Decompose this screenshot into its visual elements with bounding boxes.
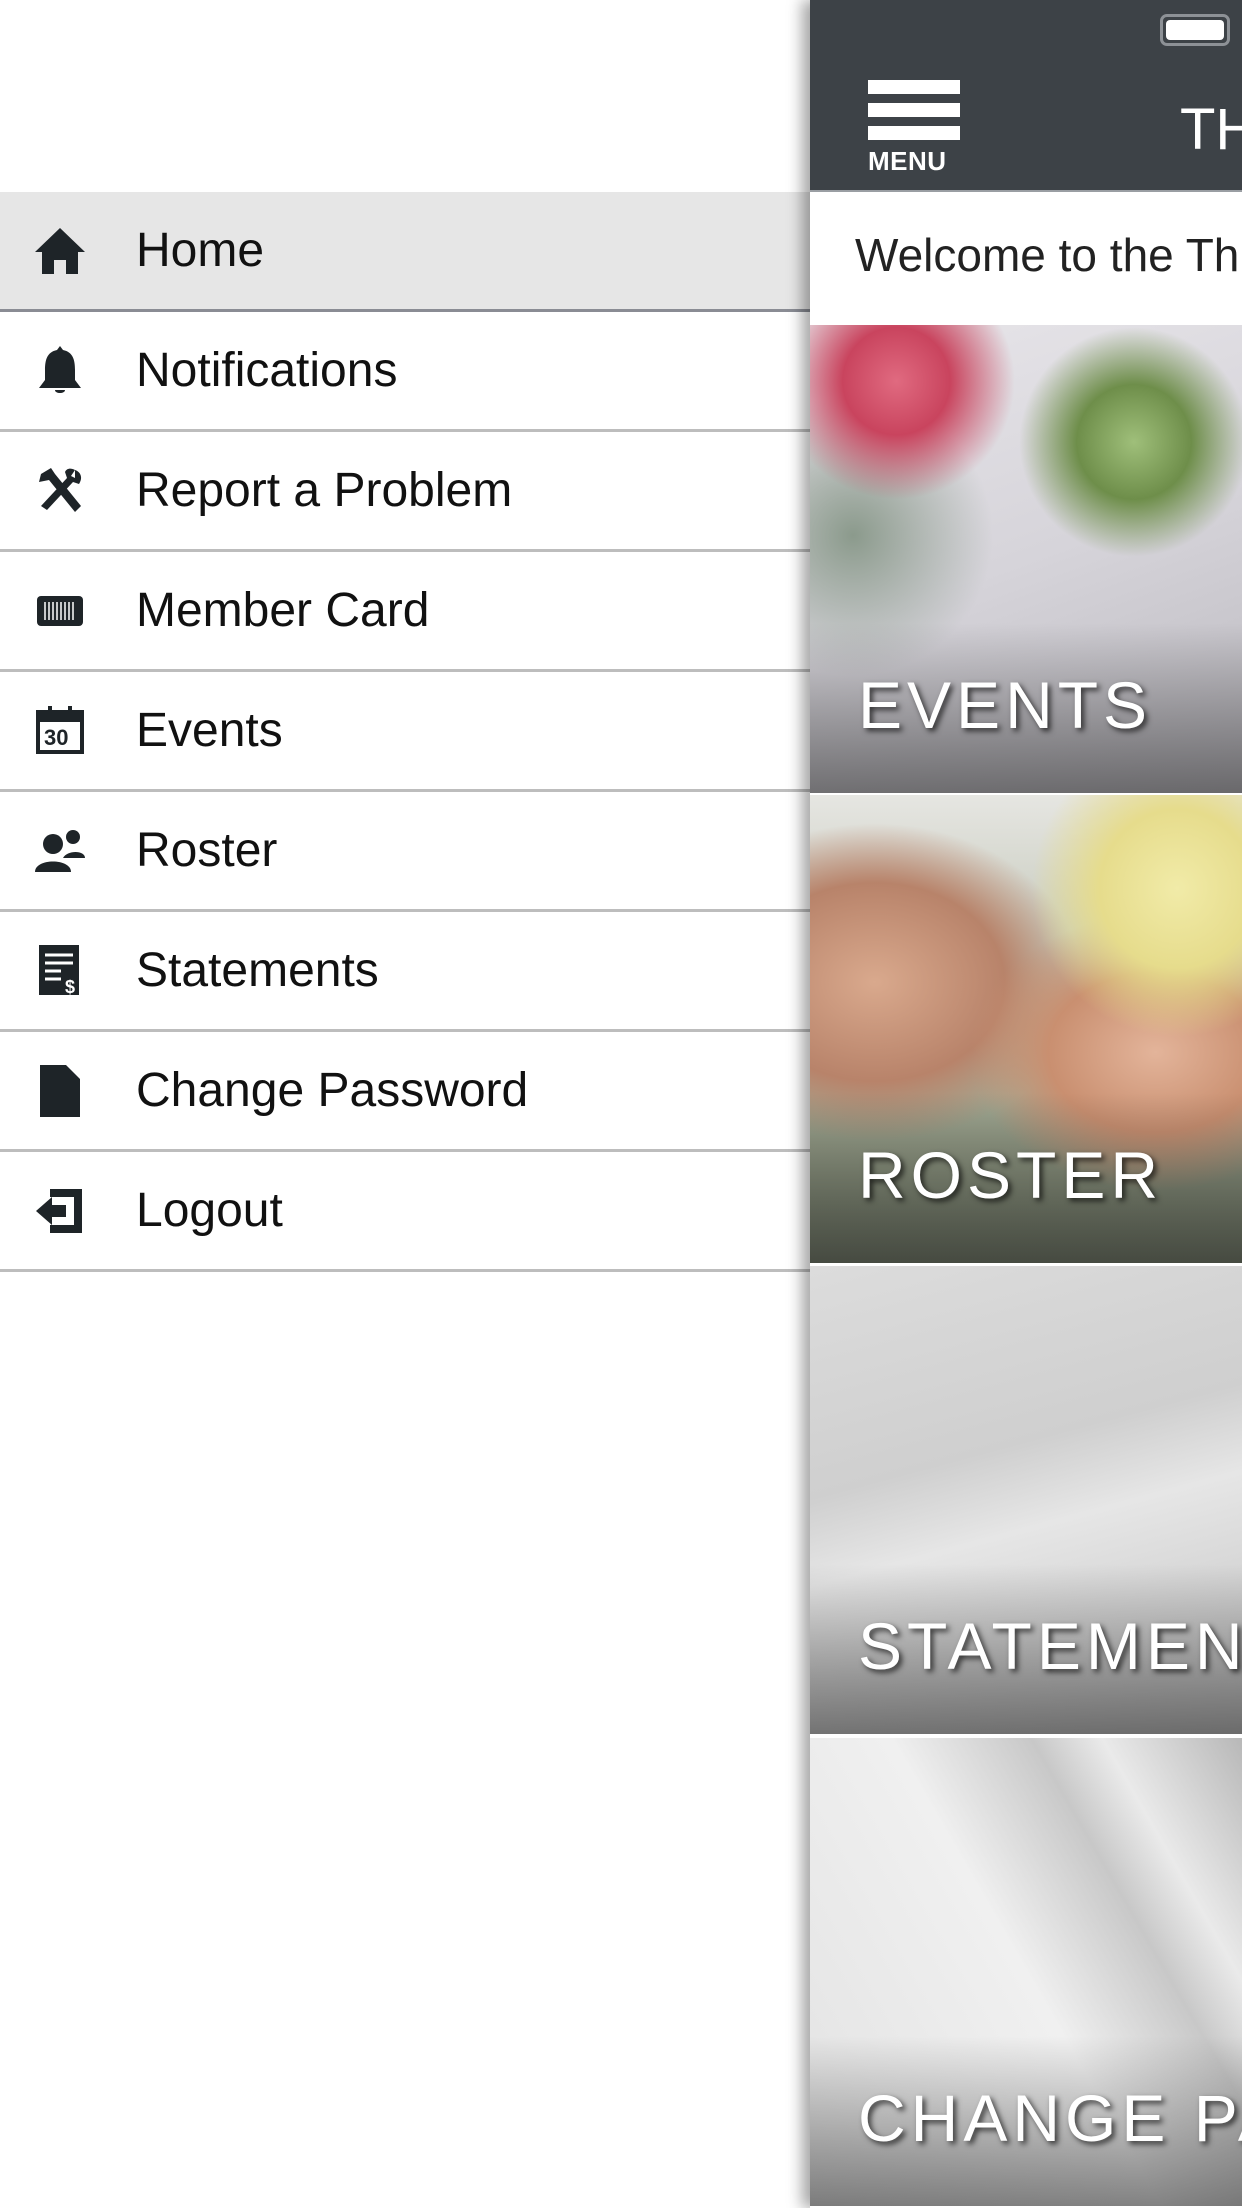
nav-item-label: Logout <box>136 1184 283 1237</box>
welcome-text: Welcome to the Th <box>810 192 1242 325</box>
statement-icon: $ <box>30 941 90 1001</box>
home-screen: MENU TH Welcome to the Th EVENTS ROSTER … <box>810 0 1242 2208</box>
tools-icon <box>30 461 90 521</box>
barcode-icon <box>30 581 90 641</box>
roster-tile[interactable]: ROSTER <box>810 795 1242 1263</box>
nav-item-label: Member Card <box>136 584 430 637</box>
svg-text:$: $ <box>65 977 75 997</box>
nav-item-label: Change Password <box>136 1064 529 1117</box>
app-header: MENU TH <box>810 0 1242 192</box>
nav-item-notifications[interactable]: Notifications <box>0 312 810 432</box>
statements-tile[interactable]: STATEMEN <box>810 1266 1242 1734</box>
user-group-icon <box>30 821 90 881</box>
battery-icon <box>1160 14 1230 46</box>
logout-icon <box>30 1181 90 1241</box>
nav-item-member-card[interactable]: Member Card <box>0 552 810 672</box>
calendar-icon: 30 <box>30 701 90 761</box>
nav-item-label: Home <box>136 224 265 277</box>
nav-item-label: Statements <box>136 944 379 997</box>
nav-item-roster[interactable]: Roster <box>0 792 810 912</box>
menu-button[interactable]: MENU <box>868 80 960 176</box>
nav-item-events[interactable]: 30 Events <box>0 672 810 792</box>
nav-item-change-password[interactable]: Change Password <box>0 1032 810 1152</box>
nav-item-home[interactable]: Home <box>0 192 810 312</box>
nav-list: Home Notifications Report a Problem Memb… <box>0 192 810 1272</box>
nav-item-label: Report a Problem <box>136 464 513 517</box>
menu-label: MENU <box>868 146 947 176</box>
nav-item-label: Events <box>136 704 283 757</box>
change-password-tile[interactable]: CHANGE PA <box>810 1738 1242 2206</box>
nav-item-statements[interactable]: $ Statements <box>0 912 810 1032</box>
nav-item-label: Notifications <box>136 344 398 397</box>
home-icon <box>30 221 90 281</box>
events-tile[interactable]: EVENTS <box>810 325 1242 793</box>
tile-label: STATEMEN <box>858 1609 1242 1683</box>
page-title: TH <box>1180 97 1242 162</box>
calendar-day: 30 <box>44 724 69 750</box>
tile-label: ROSTER <box>858 1138 1164 1212</box>
nav-item-report-a-problem[interactable]: Report a Problem <box>0 432 810 552</box>
document-icon <box>30 1061 90 1121</box>
tile-label: EVENTS <box>858 668 1153 742</box>
nav-item-label: Roster <box>136 824 278 877</box>
tile-label: CHANGE PA <box>858 2081 1242 2155</box>
bell-icon <box>30 341 90 401</box>
navigation-drawer: Home Notifications Report a Problem Memb… <box>0 0 810 2208</box>
nav-item-logout[interactable]: Logout <box>0 1152 810 1272</box>
